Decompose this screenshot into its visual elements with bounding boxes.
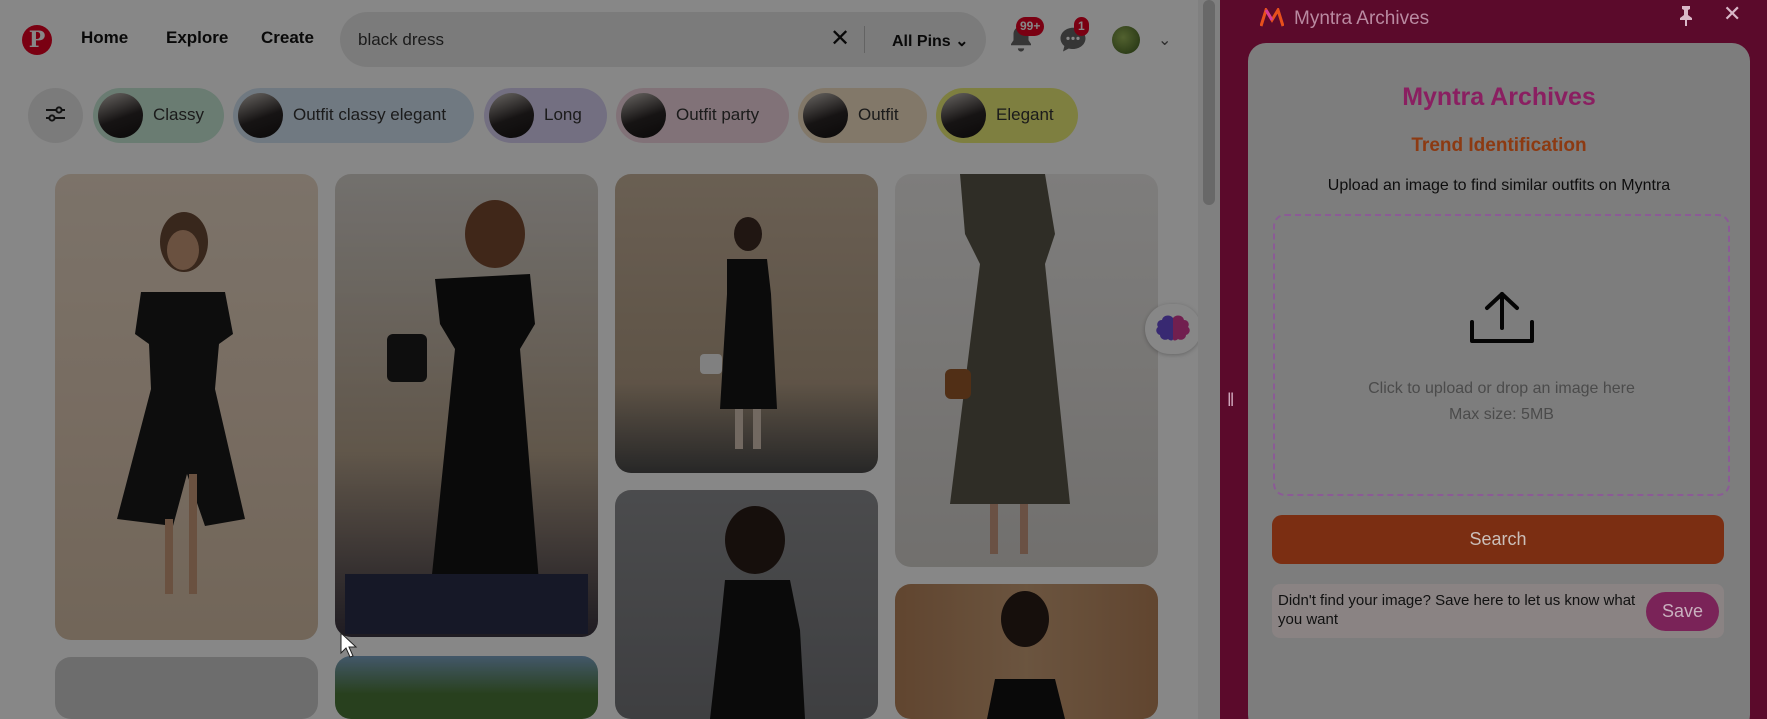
chip-label: Outfit classy elegant (293, 105, 447, 124)
ai-brain-extension-icon[interactable] (1145, 304, 1201, 354)
save-button[interactable]: Save (1646, 592, 1719, 631)
pin-image[interactable] (55, 657, 318, 719)
close-panel-icon[interactable]: ✕ (1723, 1, 1741, 27)
search-divider (864, 26, 865, 53)
pin-image[interactable] (55, 174, 318, 640)
feedback-text: Didn't find your image? Save here to let… (1278, 592, 1636, 628)
chip-label: Classy (153, 105, 205, 124)
pin-image[interactable] (895, 584, 1158, 719)
messages-badge: 1 (1074, 17, 1089, 36)
filter-chip-outfit-classy-elegant[interactable]: Outfit classy elegant (233, 88, 474, 143)
upload-icon (1469, 290, 1535, 349)
upload-instructions: Click to upload or drop an image here (1368, 380, 1635, 397)
search-input[interactable]: black dress (358, 30, 444, 50)
filter-settings-button[interactable] (28, 88, 83, 143)
filter-chip-long[interactable]: Long (484, 88, 607, 143)
scrollbar-thumb[interactable] (1203, 0, 1215, 205)
feedback-box: Didn't find your image? Save here to let… (1272, 584, 1724, 638)
filter-chip-elegant[interactable]: Elegant (936, 88, 1078, 143)
pinterest-logo-icon[interactable]: P (22, 25, 52, 55)
page-scrollbar[interactable] (1198, 0, 1220, 719)
image-upload-dropzone[interactable]: Click to upload or drop an image here Ma… (1273, 214, 1730, 496)
pin-image[interactable] (335, 656, 598, 719)
avatar[interactable] (1112, 26, 1140, 54)
chip-label: Outfit (858, 105, 899, 124)
search-scope-dropdown[interactable]: All Pins ⌄ (892, 31, 969, 51)
chip-thumbnail (941, 93, 986, 138)
clear-search-icon[interactable]: ✕ (830, 24, 850, 53)
panel-subheading: Trend Identification (1411, 135, 1587, 156)
panel-frame: Myntra Archives ✕ ‖ Myntra Archives Tren… (1220, 0, 1767, 719)
filter-chip-outfit-party[interactable]: Outfit party (616, 88, 789, 143)
account-chevron-down-icon[interactable]: ⌄ (1158, 30, 1171, 50)
pin-panel-icon[interactable] (1678, 5, 1694, 32)
search-button[interactable]: Search (1272, 515, 1724, 564)
nav-home[interactable]: Home (81, 28, 128, 48)
chip-thumbnail (621, 93, 666, 138)
myntra-extension-panel: Myntra Archives ✕ ‖ Myntra Archives Tren… (1220, 0, 1767, 719)
notifications-badge: 99+ (1016, 17, 1045, 36)
pin-image[interactable] (895, 174, 1158, 567)
chip-thumbnail (489, 93, 534, 138)
search-scope-label: All Pins (892, 33, 951, 50)
panel-card: Myntra Archives Trend Identification Upl… (1248, 43, 1750, 719)
filter-chip-classy[interactable]: Classy (93, 88, 224, 143)
upload-max-size: Max size: 5MB (1449, 406, 1554, 423)
chip-label: Elegant (996, 105, 1054, 124)
resize-handle-icon[interactable]: ‖ (1227, 390, 1234, 411)
pinterest-header: P Home Explore Create black dress ✕ All … (0, 0, 1220, 80)
panel-heading: Myntra Archives (1402, 83, 1596, 111)
pin-image[interactable] (615, 174, 878, 473)
myntra-logo-icon (1259, 6, 1285, 33)
nav-explore[interactable]: Explore (166, 28, 228, 48)
chip-thumbnail (238, 93, 283, 138)
chip-thumbnail (803, 93, 848, 138)
chip-thumbnail (98, 93, 143, 138)
filter-chip-outfit[interactable]: Outfit (798, 88, 927, 143)
search-bar[interactable]: black dress ✕ All Pins ⌄ (340, 12, 986, 67)
chip-label: Long (544, 105, 582, 124)
nav-create[interactable]: Create (261, 28, 314, 48)
pinterest-page: P Home Explore Create black dress ✕ All … (0, 0, 1220, 719)
pin-image[interactable] (615, 490, 878, 719)
panel-description: Upload an image to find similar outfits … (1327, 177, 1671, 194)
chevron-down-icon: ⌄ (955, 33, 969, 50)
panel-window-title: Myntra Archives (1294, 8, 1430, 29)
pin-image[interactable] (335, 174, 598, 637)
chip-label: Outfit party (676, 105, 760, 124)
